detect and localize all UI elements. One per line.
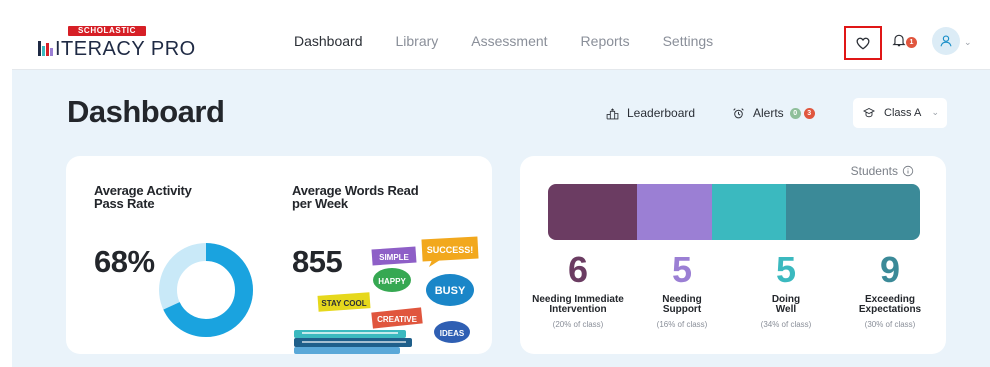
nav-library[interactable]: Library	[396, 33, 439, 49]
sticker-creative-text: CREATIVE	[377, 315, 418, 324]
sticker-happy: HAPPY	[373, 268, 411, 292]
group-percent: (34% of class)	[760, 320, 812, 329]
group-percent: (16% of class)	[656, 320, 708, 329]
reading-stickers-illustration: SIMPLE SUCCESS! HAPPY BUSY STAY COOL CRE…	[294, 236, 479, 354]
sticker-busy-text: BUSY	[435, 285, 466, 297]
group-label: Needing Support	[634, 295, 730, 315]
students-label: Students	[851, 164, 914, 178]
page-title: Dashboard	[67, 94, 225, 129]
activity-title-line2: Pass Rate	[94, 196, 155, 211]
group-exceeding-expectations[interactable]: 9 Exceeding Expectations (30% of class)	[842, 249, 938, 330]
group-count: 9	[879, 249, 901, 290]
group-label-line2: Well	[775, 304, 797, 315]
leaderboard-icon	[606, 107, 619, 119]
profile-avatar-button[interactable]	[932, 27, 960, 55]
info-icon[interactable]	[902, 165, 914, 177]
sticker-success-text: SUCCESS!	[427, 245, 474, 255]
main-nav: Dashboard Library Assessment Reports Set…	[294, 33, 746, 49]
students-label-text: Students	[850, 164, 898, 178]
class-selector-value: Class A	[884, 107, 922, 119]
group-count: 5	[775, 249, 797, 290]
group-count: 5	[671, 249, 693, 290]
group-label: Exceeding Expectations	[842, 295, 938, 315]
pass-rate-donut-chart	[159, 243, 253, 337]
activity-pass-rate-value: 68%	[94, 244, 155, 279]
nav-reports[interactable]: Reports	[581, 33, 630, 49]
bell-icon	[892, 34, 906, 47]
dashboard-main: Dashboard Leaderboard Alerts 0 3 Class A…	[12, 70, 990, 367]
group-label: Doing Well	[738, 295, 834, 315]
group-label-line2: Support	[662, 304, 702, 315]
sticker-simple: SIMPLE	[371, 246, 417, 266]
segment-doing-well[interactable]	[711, 184, 787, 240]
leaderboard-label: Leaderboard	[627, 106, 696, 120]
user-icon	[940, 35, 952, 47]
chevron-down-icon[interactable]: ⌄	[964, 37, 972, 48]
logo-bars-icon	[38, 40, 54, 56]
students-card: Students 6 Needing Immediate Interventio…	[520, 156, 946, 354]
alarm-icon	[733, 107, 744, 118]
alerts-link[interactable]: Alerts 0 3	[732, 106, 815, 120]
words-title-line2: per Week	[292, 196, 348, 211]
scholastic-literacy-pro-logo[interactable]: SCHOLASTIC ITERACY PRO	[38, 26, 195, 60]
sticker-busy: BUSY	[426, 274, 474, 306]
nav-settings[interactable]: Settings	[663, 33, 714, 49]
words-read-title: Average Words Read per Week	[292, 184, 442, 210]
group-percent: (20% of class)	[552, 320, 604, 329]
sticker-happy-text: HAPPY	[378, 277, 406, 286]
logo-text: ITERACY PRO	[55, 38, 196, 60]
logo-wordmark: ITERACY PRO	[38, 38, 196, 61]
sticker-stay-cool-text: STAY COOL	[321, 299, 366, 308]
group-percent: (30% of class)	[864, 320, 916, 329]
sticker-ideas-text: IDEAS	[440, 329, 465, 338]
heart-icon	[856, 37, 870, 50]
top-navigation-bar: SCHOLASTIC ITERACY PRO Dashboard Library…	[12, 14, 990, 70]
sticker-stay-cool: STAY COOL	[317, 292, 371, 312]
students-distribution-bar	[548, 184, 920, 240]
leaderboard-link[interactable]: Leaderboard	[606, 106, 695, 120]
class-selector[interactable]: Class A ⌄	[853, 98, 947, 128]
sticker-simple-text: SIMPLE	[379, 253, 409, 262]
favorites-button[interactable]	[844, 26, 882, 60]
group-label-line2: Intervention	[549, 304, 607, 315]
group-doing-well[interactable]: 5 Doing Well (34% of class)	[738, 249, 834, 330]
sticker-success: SUCCESS!	[421, 236, 479, 267]
group-count: 6	[567, 249, 589, 290]
alerts-label: Alerts	[753, 106, 784, 120]
segment-needing-intervention[interactable]	[548, 184, 638, 240]
group-label: Needing Immediate Intervention	[530, 295, 626, 315]
sticker-creative: CREATIVE	[371, 307, 423, 329]
segment-needing-support[interactable]	[637, 184, 713, 240]
alerts-green-badge: 0	[789, 107, 801, 119]
group-label-line2: Expectations	[858, 304, 922, 315]
nav-dashboard[interactable]: Dashboard	[294, 33, 363, 49]
alerts-red-badge: 3	[803, 107, 815, 119]
group-needing-support[interactable]: 5 Needing Support (16% of class)	[634, 249, 730, 330]
activity-words-card: Average Activity Pass Rate 68% Average W…	[66, 156, 492, 354]
top-icon-group: 1 ⌄	[836, 26, 976, 60]
chevron-down-icon: ⌄	[931, 107, 939, 117]
sticker-ideas: IDEAS	[434, 321, 470, 343]
nav-assessment[interactable]: Assessment	[471, 33, 547, 49]
activity-pass-rate-title: Average Activity Pass Rate	[94, 184, 244, 210]
notifications-button[interactable]: 1	[890, 33, 920, 53]
segment-exceeding-expectations[interactable]	[786, 184, 920, 240]
logo-scholastic-banner: SCHOLASTIC	[68, 26, 146, 36]
notifications-count-badge: 1	[906, 37, 917, 48]
group-needing-intervention[interactable]: 6 Needing Immediate Intervention (20% of…	[530, 249, 626, 330]
teacher-icon	[863, 107, 875, 118]
